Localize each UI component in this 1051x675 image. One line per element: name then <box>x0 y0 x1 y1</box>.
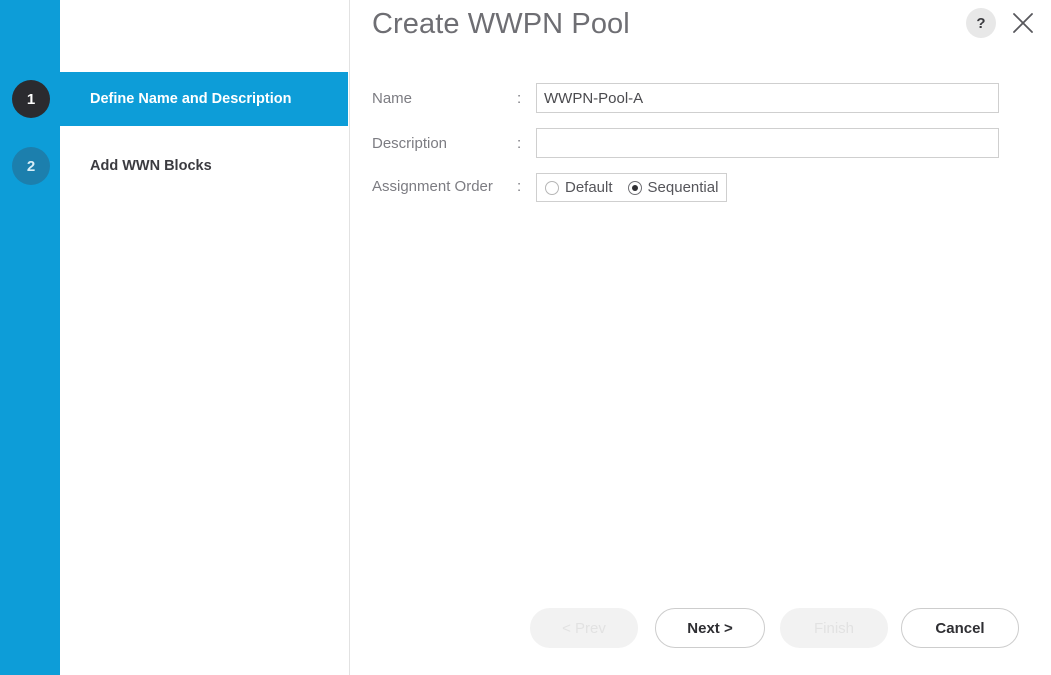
name-colon: : <box>517 90 522 107</box>
wizard-step-define-name-and-description[interactable]: Define Name and Description <box>60 72 348 126</box>
cancel-button-label: Cancel <box>935 619 985 637</box>
prev-button: < Prev <box>530 608 638 648</box>
radio-icon-default <box>545 180 559 195</box>
wizard-step-list: Define Name and Description Add WWN Bloc… <box>60 0 348 675</box>
close-icon[interactable] <box>1007 7 1039 39</box>
radio-icon-sequential <box>627 180 642 195</box>
step-number-2: 2 <box>26 157 36 175</box>
dialog-footer: < Prev Next > Finish Cancel <box>350 608 1051 650</box>
help-icon[interactable]: ? <box>966 8 996 38</box>
name-label: Name <box>372 90 413 107</box>
wizard-step-label-2: Add WWN Blocks <box>90 158 212 174</box>
step-indicator-2[interactable]: 2 <box>12 147 50 185</box>
cancel-button[interactable]: Cancel <box>901 608 1019 648</box>
step-number-1: 1 <box>26 90 36 108</box>
dialog-title: Create WWPN Pool <box>372 8 630 40</box>
wizard-step-add-wwn-blocks[interactable]: Add WWN Blocks <box>60 139 348 193</box>
radio-option-sequential[interactable]: Sequential <box>627 179 719 196</box>
step-indicator-1[interactable]: 1 <box>12 80 50 118</box>
finish-button-label: Finish <box>813 619 854 637</box>
radio-label-sequential: Sequential <box>647 179 719 196</box>
name-input[interactable] <box>536 83 999 113</box>
description-input[interactable] <box>536 128 999 158</box>
assignment-order-colon: : <box>517 178 522 195</box>
next-button-label: Next > <box>687 619 733 637</box>
wizard-step-label-1: Define Name and Description <box>90 91 292 107</box>
finish-button: Finish <box>780 608 888 648</box>
assignment-order-radio-group: Default Sequential <box>536 173 728 202</box>
wizard-rail: 1 2 <box>0 0 60 675</box>
help-icon-glyph: ? <box>976 14 986 32</box>
assignment-order-label: Assignment Order <box>372 178 493 195</box>
description-label: Description <box>372 135 448 152</box>
radio-label-default: Default <box>565 179 613 196</box>
next-button[interactable]: Next > <box>655 608 765 648</box>
description-colon: : <box>517 135 522 152</box>
prev-button-label: < Prev <box>562 619 606 637</box>
radio-option-default[interactable]: Default <box>545 179 613 196</box>
dialog-content: Create WWPN Pool ? Name : Description : … <box>350 0 1051 675</box>
